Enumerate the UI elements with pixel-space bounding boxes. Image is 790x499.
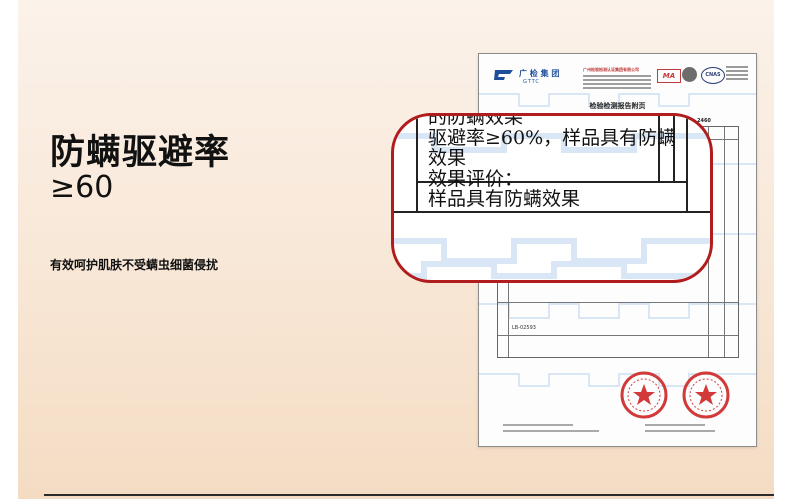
footer-text-line [503, 424, 573, 426]
cma-cert-icon: MA [657, 69, 681, 83]
footer-text-line [503, 430, 599, 432]
footer-text-line [645, 424, 705, 426]
footer-text-line [645, 430, 715, 432]
official-seal-left [620, 371, 668, 419]
subline: 有效呵护肌肤不受螨虫细菌侵扰 [50, 258, 219, 272]
company-name: 广州检验检测认证集团有限公司 [583, 67, 639, 72]
official-seal-right [682, 371, 730, 419]
headline: 防螨驱避率 [50, 133, 231, 173]
cnas-cert-icon: CNAS [701, 67, 725, 84]
report-title: 检验检测报告附页 [589, 101, 646, 110]
company-subtext-line [583, 87, 651, 89]
gttc-logo: 广 检 集 团 GTTC 广州检验检测认证集团有限公司 [493, 66, 653, 92]
magnified-excerpt: 的防螨效果 驱避率≥60%，样品具有防螨 效果 效果评价： 样品具有防螨效果 [391, 113, 713, 283]
logo-title: 广 检 集 团 [519, 69, 560, 78]
cert-caption-lines [726, 66, 748, 88]
company-subtext-line [583, 75, 651, 77]
bottom-divider [44, 494, 774, 496]
ilac-cert-icon [682, 67, 697, 82]
magnified-row-divider [394, 211, 710, 213]
magnified-line-5: 样品具有防螨效果 [428, 188, 581, 210]
magnified-line-2: 驱避率≥60%，样品具有防螨 [428, 127, 677, 149]
logo-en: GTTC [523, 79, 540, 85]
company-subtext-line [583, 79, 651, 81]
repellency-value: ≥60 [50, 170, 114, 205]
page: 防螨驱避率 ≥60 有效呵护肌肤不受螨虫细菌侵扰 广 检 集 团 GTTC 广州… [0, 0, 790, 499]
magnified-line-1: 的防螨效果 [428, 113, 524, 128]
gttc-logo-mark [494, 70, 513, 80]
table-note: LB-02593 [512, 325, 536, 331]
company-subtext-line [583, 83, 651, 85]
magnified-line-4: 效果评价： [428, 168, 524, 190]
magnified-line-3: 效果 [428, 147, 467, 169]
